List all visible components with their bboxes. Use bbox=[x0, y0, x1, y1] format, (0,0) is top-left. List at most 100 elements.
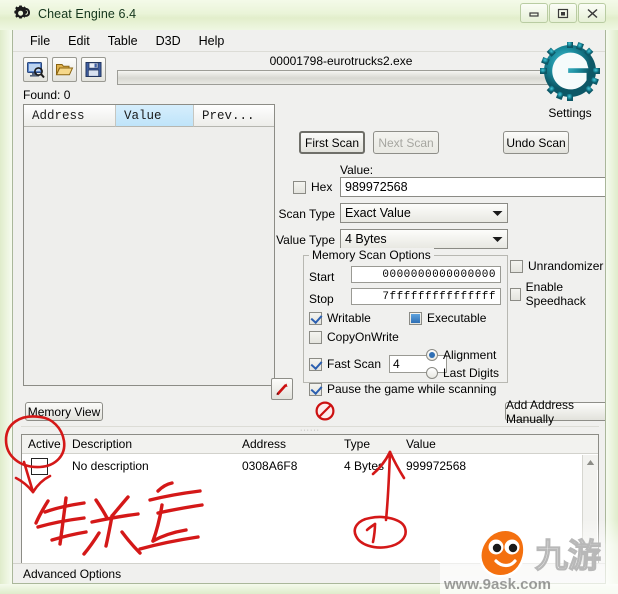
cheat-col-type[interactable]: Type bbox=[338, 437, 400, 451]
close-icon[interactable] bbox=[578, 3, 606, 23]
process-select-icon[interactable] bbox=[23, 57, 48, 82]
menu-item-help[interactable]: Help bbox=[190, 32, 234, 50]
first-scan-button[interactable]: First Scan bbox=[299, 131, 365, 154]
executable-checkbox[interactable] bbox=[409, 311, 422, 325]
value-type-dropdown[interactable]: 4 Bytes bbox=[340, 229, 508, 249]
scan-results-header: Address Value Prev... bbox=[24, 105, 274, 127]
chevron-down-icon bbox=[489, 205, 505, 221]
memory-scan-options-title: Memory Scan Options bbox=[309, 248, 434, 262]
unrandomizer-checkbox[interactable] bbox=[510, 259, 523, 273]
cheat-col-description[interactable]: Description bbox=[66, 437, 236, 451]
hex-label: Hex bbox=[311, 180, 333, 194]
cheat-table-value[interactable]: 999972568 bbox=[400, 459, 580, 473]
copyonwrite-label: CopyOnWrite bbox=[327, 330, 399, 344]
cheat-table-header: Active Description Address Type Value bbox=[22, 435, 598, 454]
last-digits-radio-option[interactable]: Last Digits bbox=[426, 366, 499, 380]
floppy-save-icon[interactable] bbox=[81, 57, 106, 82]
speedhack-checkbox[interactable] bbox=[510, 287, 521, 301]
site-watermark: 九游 www.9ask.com bbox=[440, 519, 618, 594]
panel-splitter[interactable]: ······ bbox=[21, 426, 599, 434]
value-type-label: Value Type bbox=[276, 233, 335, 247]
attached-process-name: 00001798-eurotrucks2.exe bbox=[269, 54, 413, 68]
last-digits-radio[interactable] bbox=[426, 367, 438, 379]
maximize-icon[interactable] bbox=[549, 3, 577, 23]
watermark-url-text: www.9ask.com bbox=[443, 576, 551, 593]
pause-game-option[interactable]: Pause the game while scanning bbox=[309, 382, 496, 396]
last-digits-label: Last Digits bbox=[443, 366, 500, 380]
speedhack-option[interactable]: Enable Speedhack bbox=[510, 280, 605, 308]
next-scan-button[interactable]: Next Scan bbox=[373, 131, 439, 154]
cheat-col-address[interactable]: Address bbox=[236, 437, 338, 451]
scan-type-dropdown[interactable]: Exact Value bbox=[340, 203, 508, 223]
stop-prohibited-icon[interactable] bbox=[315, 401, 335, 421]
active-checkbox[interactable] bbox=[31, 457, 48, 475]
pause-game-label: Pause the game while scanning bbox=[327, 382, 497, 396]
window-frame-right bbox=[606, 0, 618, 594]
column-header-prev[interactable]: Prev... bbox=[194, 105, 274, 127]
advanced-options-label[interactable]: Advanced Options bbox=[13, 567, 121, 581]
settings-label[interactable]: Settings bbox=[539, 106, 601, 120]
column-header-address[interactable]: Address bbox=[24, 105, 116, 127]
splitter-grip: ······ bbox=[300, 427, 320, 434]
writable-option[interactable]: Writable bbox=[309, 311, 371, 325]
svg-text:九游: 九游 bbox=[535, 537, 601, 574]
scroll-up-arrow-icon[interactable] bbox=[583, 455, 598, 470]
hex-checkbox-row[interactable]: Hex bbox=[293, 180, 332, 194]
menu-item-table[interactable]: Table bbox=[99, 32, 147, 50]
writable-label: Writable bbox=[327, 311, 371, 325]
value-type-value: 4 Bytes bbox=[345, 232, 387, 246]
table-row[interactable]: No description 0308A6F8 4 Bytes 99997256… bbox=[22, 454, 598, 478]
scan-results-list[interactable]: Address Value Prev... bbox=[23, 104, 275, 386]
found-count-label: Found: 0 bbox=[23, 88, 71, 102]
cheat-engine-gear-icon bbox=[14, 5, 31, 22]
cheat-row-active-cell bbox=[22, 457, 66, 475]
window-frame-left bbox=[0, 0, 12, 594]
minimize-icon[interactable] bbox=[520, 3, 548, 23]
executable-option[interactable]: Executable bbox=[409, 311, 486, 325]
cheat-row-description[interactable]: No description bbox=[66, 459, 236, 473]
watermark-mascot-icon bbox=[479, 528, 526, 578]
menu-item-d3d[interactable]: D3D bbox=[147, 32, 190, 50]
pause-game-checkbox[interactable] bbox=[309, 382, 322, 396]
scan-value-input[interactable]: 989972568 bbox=[340, 177, 605, 197]
menu-item-edit[interactable]: Edit bbox=[59, 32, 99, 50]
menu-item-file[interactable]: File bbox=[21, 32, 59, 50]
folder-open-icon[interactable] bbox=[52, 57, 77, 82]
alignment-radio[interactable] bbox=[426, 349, 438, 361]
unrandomizer-label: Unrandomizer bbox=[528, 259, 604, 273]
application-window: Cheat Engine 6.4 File Edit Table D3D Hel… bbox=[0, 0, 618, 594]
start-label: Start bbox=[309, 270, 335, 284]
cheat-col-value[interactable]: Value bbox=[400, 437, 580, 451]
executable-label: Executable bbox=[427, 311, 487, 325]
writable-checkbox[interactable] bbox=[309, 311, 322, 325]
alignment-radio-option[interactable]: Alignment bbox=[426, 348, 496, 362]
memory-view-button[interactable]: Memory View bbox=[25, 402, 103, 421]
red-arrow-icon[interactable] bbox=[271, 378, 293, 400]
scan-type-label: Scan Type bbox=[278, 207, 335, 221]
stop-address-input[interactable]: 7fffffffffffffff bbox=[351, 288, 501, 305]
fast-scan-label: Fast Scan bbox=[327, 357, 382, 371]
value-label: Value: bbox=[340, 163, 374, 177]
cheat-row-address[interactable]: 0308A6F8 bbox=[236, 459, 338, 473]
undo-scan-button[interactable]: Undo Scan bbox=[503, 131, 569, 154]
main-toolbar bbox=[23, 57, 106, 82]
copyonwrite-checkbox[interactable] bbox=[309, 330, 322, 344]
watermark-brand-text: 九游 bbox=[534, 536, 601, 574]
title-bar: Cheat Engine 6.4 bbox=[0, 0, 618, 30]
stop-label: Stop bbox=[309, 292, 334, 306]
copyonwrite-option[interactable]: CopyOnWrite bbox=[309, 330, 399, 344]
alignment-label: Alignment bbox=[443, 348, 497, 362]
column-header-value[interactable]: Value bbox=[116, 105, 194, 127]
start-address-input[interactable]: 0000000000000000 bbox=[351, 266, 501, 283]
hex-checkbox[interactable] bbox=[293, 180, 306, 194]
scan-progress-bar bbox=[117, 70, 563, 85]
scan-results-body[interactable] bbox=[24, 127, 274, 385]
cheat-row-type[interactable]: 4 Bytes bbox=[338, 459, 400, 473]
cheat-engine-logo-icon[interactable] bbox=[539, 41, 601, 104]
window-controls bbox=[519, 3, 606, 23]
window-title: Cheat Engine 6.4 bbox=[38, 6, 137, 21]
add-address-manually-button[interactable]: Add Address Manually bbox=[505, 398, 605, 426]
cheat-col-active[interactable]: Active bbox=[22, 437, 66, 451]
fast-scan-checkbox[interactable] bbox=[309, 357, 322, 371]
unrandomizer-option[interactable]: Unrandomizer bbox=[510, 259, 603, 273]
